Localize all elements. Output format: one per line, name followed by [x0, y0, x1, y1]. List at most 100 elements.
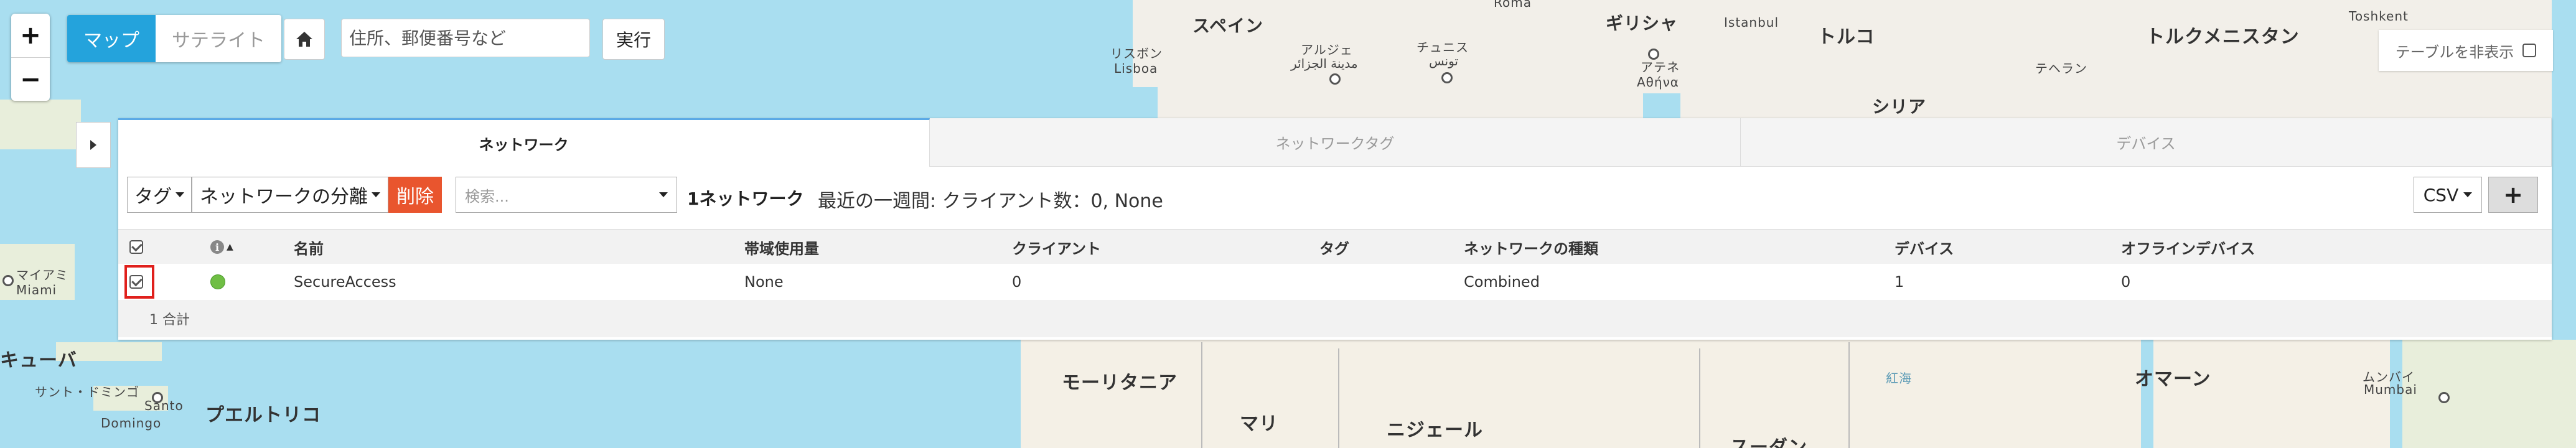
map-label: モーリタニア — [1062, 372, 1178, 394]
network-table-panel: ネットワーク ネットワークタグ デバイス タグ ネットワークの分離 削除 検索.… — [118, 118, 2552, 340]
zoom-control: + − — [11, 14, 50, 101]
map-label: Lisboa — [1114, 61, 1158, 76]
split-network-label: ネットワークの分離 — [200, 186, 368, 208]
status-column-header[interactable]: i ▲ — [210, 230, 233, 264]
table-row[interactable]: SecureAccess None 0 Combined 1 0 — [118, 264, 2552, 301]
add-column-button[interactable]: + — [2488, 177, 2538, 213]
map-label: スペイン — [1192, 16, 1264, 36]
expand-sidebar-button[interactable] — [76, 122, 111, 168]
map-label: テヘラン — [2035, 61, 2087, 76]
map-label: Santo — [144, 398, 184, 413]
split-network-dropdown-button[interactable]: ネットワークの分離 — [192, 177, 388, 213]
total-count: 1 合計 — [149, 312, 190, 328]
tab-networks[interactable]: ネットワーク — [118, 118, 930, 167]
table-toolbar: タグ ネットワークの分離 削除 検索... 1ネットワーク 最近の一週間: クラ… — [127, 177, 2542, 214]
map-label: シリア — [1872, 96, 1927, 117]
caret-right-icon — [90, 140, 96, 150]
tag-dropdown-label: タグ — [134, 186, 172, 208]
city-marker — [152, 392, 163, 403]
map-label: Miami — [16, 282, 57, 297]
table-search-select[interactable]: 検索... — [456, 177, 677, 213]
caret-down-icon — [176, 192, 184, 197]
city-marker — [1648, 49, 1659, 60]
zoom-in-button[interactable]: + — [11, 14, 50, 57]
column-header-name[interactable]: 名前 — [294, 230, 324, 264]
csv-label: CSV — [2423, 184, 2459, 205]
map-label: تونس — [1429, 54, 1458, 68]
delete-button[interactable]: 削除 — [388, 177, 442, 213]
map-label: مدينة الجزائر — [1291, 56, 1358, 71]
city-marker — [2438, 392, 2450, 403]
status-cell — [210, 264, 225, 300]
map-label: トルクメニスタン — [2146, 26, 2300, 48]
hide-table-toggle[interactable]: テーブルを非表示 — [2379, 30, 2553, 71]
border-line — [1848, 342, 1850, 448]
caret-down-icon — [2463, 192, 2473, 197]
map-label: オマーン — [2135, 368, 2211, 390]
network-type-cell: Combined — [1464, 273, 1540, 291]
map-label: トルコ — [1817, 26, 1875, 48]
clients-cell: 0 — [1012, 273, 1022, 291]
tab-network-tags[interactable]: ネットワークタグ — [930, 118, 1741, 167]
map-label: Istanbul — [1724, 15, 1779, 30]
column-header-network-type[interactable]: ネットワークの種類 — [1464, 230, 1598, 264]
map-label: 紅海 — [1886, 371, 1912, 386]
column-header-offline-devices[interactable]: オフラインデバイス — [2121, 230, 2255, 264]
info-icon: i — [210, 240, 224, 254]
hide-table-label: テーブルを非表示 — [2395, 43, 2514, 61]
csv-export-button[interactable]: CSV — [2414, 177, 2482, 213]
tab-devices[interactable]: デバイス — [1741, 118, 2552, 167]
execute-search-button[interactable]: 実行 — [602, 19, 665, 60]
devices-cell: 1 — [1895, 273, 1904, 291]
land-sahara — [1021, 340, 2141, 448]
city-marker — [1329, 73, 1341, 85]
map-type-toggle: マップ サテライト — [67, 15, 281, 62]
map-label: アテネ — [1641, 60, 1680, 75]
bandwidth-cell: None — [744, 273, 784, 291]
map-label: プエルトリコ — [205, 404, 321, 426]
table-search-placeholder: 検索... — [465, 187, 509, 205]
table-header: i ▲ 名前 帯域使用量 クライアント タグ ネットワークの種類 デバイス オフ… — [118, 229, 2552, 265]
column-header-tags[interactable]: タグ — [1319, 230, 1349, 264]
map-label: Mumbai — [2364, 382, 2417, 397]
hide-table-checkbox[interactable] — [2522, 44, 2537, 57]
border-line — [1699, 348, 1700, 448]
table-footer: 1 合計 — [118, 300, 2552, 337]
network-name-link[interactable]: SecureAccess — [294, 264, 396, 300]
map-label: チュニス — [1417, 40, 1469, 55]
home-button[interactable] — [284, 19, 325, 60]
zoom-out-button[interactable]: − — [11, 57, 50, 101]
tag-dropdown-button[interactable]: タグ — [127, 177, 192, 213]
select-all-checkbox[interactable] — [129, 240, 143, 254]
caret-down-icon — [372, 192, 380, 197]
map-label: サント・ドミンゴ — [35, 385, 139, 399]
map-label: ギリシャ — [1606, 13, 1679, 34]
land-arabia — [2153, 340, 2390, 448]
map-label: リスボン — [1110, 46, 1163, 61]
sort-asc-icon: ▲ — [227, 242, 233, 252]
land-india — [2402, 340, 2576, 448]
map-label: Domingo — [101, 416, 162, 431]
map-label: ニジェール — [1387, 419, 1483, 441]
column-header-bandwidth[interactable]: 帯域使用量 — [744, 230, 819, 264]
select-all-cell — [129, 230, 143, 264]
city-marker — [1441, 72, 1453, 83]
usage-summary: 最近の一週間: クライアント数：0, None — [818, 190, 1163, 212]
map-label: スーダン — [1730, 437, 1807, 448]
map-type-map-button[interactable]: マップ — [67, 15, 156, 62]
land-north-africa — [1158, 37, 1643, 118]
map-label: Αθήνα — [1637, 75, 1679, 90]
column-header-devices[interactable]: デバイス — [1895, 230, 1954, 264]
column-header-clients[interactable]: クライアント — [1012, 230, 1101, 264]
map-label: Toshkent — [2349, 9, 2409, 24]
address-search-input[interactable] — [341, 19, 590, 57]
home-icon — [296, 32, 312, 47]
panel-tabs: ネットワーク ネットワークタグ デバイス — [118, 118, 2552, 167]
border-line — [1338, 348, 1339, 448]
map-label: Roma — [1494, 0, 1532, 10]
map-type-satellite-button[interactable]: サテライト — [156, 15, 281, 62]
map-label: マイアミ — [16, 268, 68, 282]
caret-down-icon — [659, 192, 668, 197]
network-count: 1ネットワーク — [687, 189, 804, 209]
land-us-east — [0, 100, 81, 149]
